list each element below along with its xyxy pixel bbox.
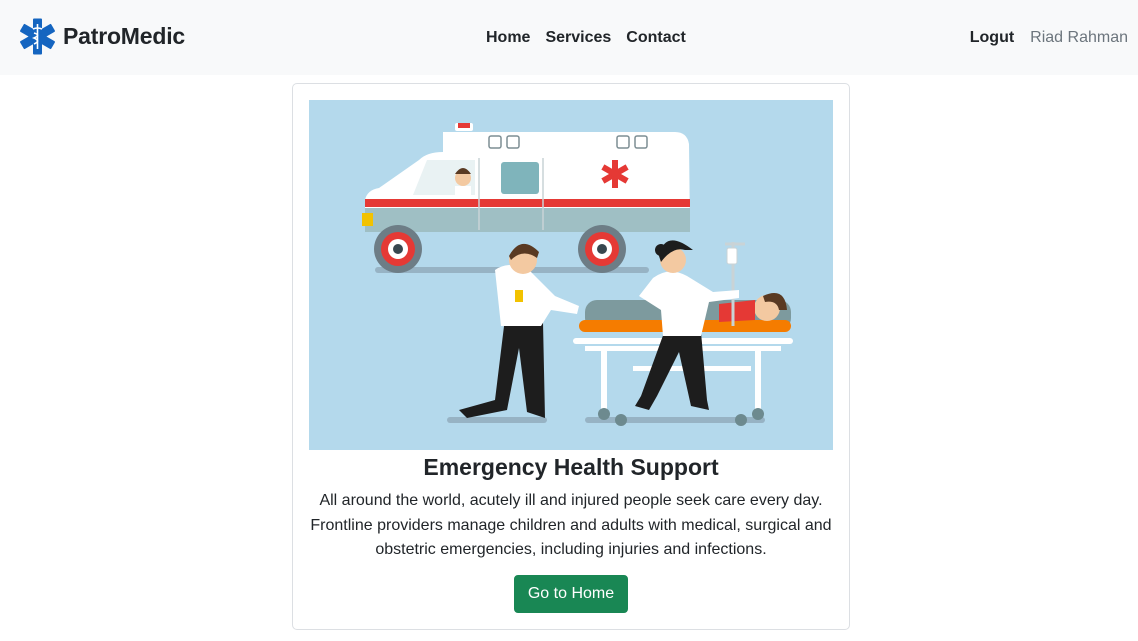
user-nav: Logut Riad Rahman xyxy=(970,29,1128,47)
emergency-card: Emergency Health Support All around the … xyxy=(292,83,850,630)
logout-link[interactable]: Logut xyxy=(970,29,1014,47)
top-navbar: PatroMedic Home Services Contact Logut R… xyxy=(0,0,1138,75)
user-name: Riad Rahman xyxy=(1030,29,1128,46)
brand-name: PatroMedic xyxy=(63,23,185,49)
star-of-life-icon xyxy=(19,18,56,55)
nav-services-link[interactable]: Services xyxy=(545,29,611,47)
ambulance-paramedics-illustration xyxy=(309,100,833,450)
nav-contact-link[interactable]: Contact xyxy=(626,29,686,47)
brand[interactable]: PatroMedic xyxy=(19,18,185,55)
main-nav: Home Services Contact xyxy=(486,29,686,47)
card-description: All around the world, acutely ill and in… xyxy=(310,492,832,558)
go-to-home-button[interactable]: Go to Home xyxy=(514,575,628,613)
nav-home-link[interactable]: Home xyxy=(486,29,530,47)
card-title: Emergency Health Support xyxy=(423,454,719,480)
